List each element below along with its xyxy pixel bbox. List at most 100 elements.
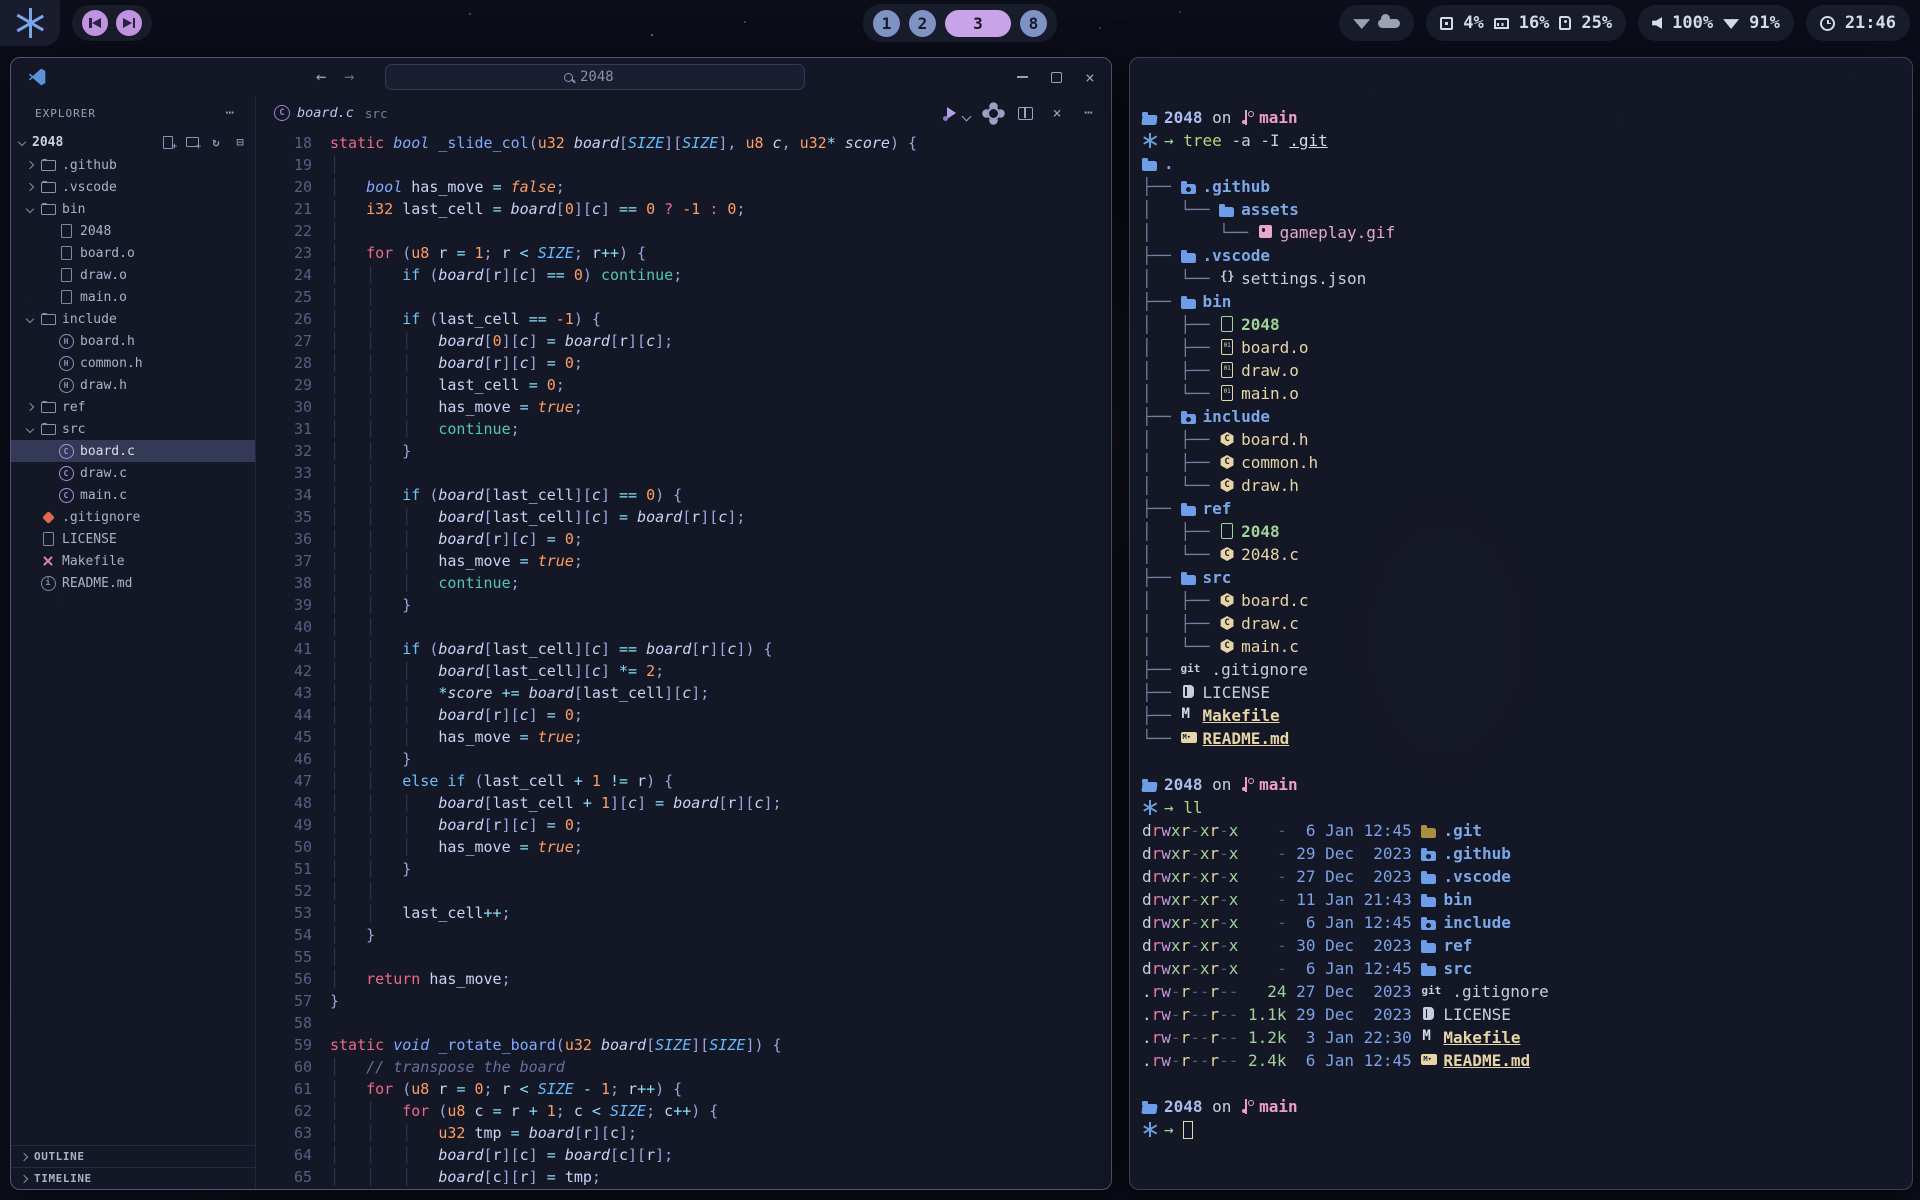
terminal-line: drwxr-xr-x - 29 Dec 2023 .github <box>1142 842 1902 865</box>
explorer-item-label: draw.o <box>80 268 127 283</box>
code-line: 38│ │ │ continue; <box>256 572 1111 594</box>
workspace-8[interactable]: 8 <box>1020 10 1047 37</box>
explorer-item-makefile[interactable]: Makefile <box>11 550 255 572</box>
explorer-item-board-o[interactable]: board.o <box>11 242 255 264</box>
code-line: 49│ │ │ board[r][c] = 0; <box>256 814 1111 836</box>
explorer-item-board-h[interactable]: board.h <box>11 330 255 352</box>
snow-icon <box>1142 1122 1159 1137</box>
workspace-2[interactable]: 2 <box>909 10 936 37</box>
line-number: 32 <box>256 440 312 462</box>
explorer-item-readme-md[interactable]: README.md <box>11 572 255 594</box>
cpu-value: 4% <box>1463 13 1483 33</box>
img-icon <box>1258 225 1275 240</box>
collapse-all-button[interactable]: ⊟ <box>233 135 247 149</box>
explorer-item--vscode[interactable]: .vscode <box>11 176 255 198</box>
editor-more-button[interactable]: ⋯ <box>1081 105 1097 121</box>
indent-guide: │ │ │ <box>330 398 438 416</box>
explorer-item-label: draw.h <box>80 378 127 393</box>
line-number: 42 <box>256 660 312 682</box>
terminal-line: .rw-r--r-- 2.4k 6 Jan 12:45 README.md <box>1142 1049 1902 1072</box>
folder-icon <box>1181 251 1198 263</box>
workspace-3-active[interactable]: 3 <box>945 10 1011 37</box>
explorer-item-draw-h[interactable]: draw.h <box>11 374 255 396</box>
explorer-root-folder[interactable]: 2048 ↻ ⊟ <box>11 130 255 154</box>
new-file-button[interactable] <box>161 135 175 149</box>
new-folder-button[interactable] <box>185 135 199 149</box>
explorer-item-draw-o[interactable]: draw.o <box>11 264 255 286</box>
line-number: 49 <box>256 814 312 836</box>
explorer-item-label: draw.c <box>80 466 127 481</box>
status-tray: 4% 16% 25% 100% 91% 21:46 <box>1339 5 1910 41</box>
run-dropdown-icon[interactable] <box>961 109 969 117</box>
explorer-item-common-h[interactable]: common.h <box>11 352 255 374</box>
search-input[interactable] <box>580 69 626 85</box>
folder-icon <box>1181 504 1198 516</box>
code-line: 37│ │ │ has_move = true; <box>256 550 1111 572</box>
audio-net-pill: 100% 91% <box>1638 5 1794 41</box>
terminal-line: drwxr-xr-x - 6 Jan 12:45 .git <box>1142 819 1902 842</box>
code-line: 28│ │ │ board[r][c] = 0; <box>256 352 1111 374</box>
close-button[interactable]: × <box>1083 70 1097 84</box>
close-editor-button[interactable]: × <box>1049 105 1065 121</box>
minimize-button[interactable] <box>1015 70 1029 84</box>
split-editor-button[interactable] <box>1017 105 1033 121</box>
explorer-item-include[interactable]: include <box>11 308 255 330</box>
snowflake-icon <box>15 8 45 38</box>
terminal-window[interactable]: 2048 on main→ tree -a -I .git.├── .githu… <box>1129 57 1913 1190</box>
explorer-item-main-o[interactable]: main.o <box>11 286 255 308</box>
volume-icon <box>1652 17 1662 29</box>
cloud-icon <box>1378 19 1400 28</box>
outline-panel[interactable]: OUTLINE <box>11 1145 255 1167</box>
explorer-item-board-c[interactable]: board.c <box>11 440 255 462</box>
doc-file-icon <box>58 223 74 239</box>
refresh-button[interactable]: ↻ <box>209 135 223 149</box>
timeline-panel[interactable]: TIMELINE <box>11 1167 255 1189</box>
indent-guide: │ │ <box>330 266 402 284</box>
command-center-search[interactable] <box>385 64 805 90</box>
terminal-line: │ └── 2048.c <box>1142 543 1902 566</box>
explorer-item-draw-c[interactable]: draw.c <box>11 462 255 484</box>
terminal-line <box>1142 750 1902 773</box>
indent-guide: │ <box>330 244 366 262</box>
tab-board-c[interactable]: board.c src <box>274 105 387 121</box>
skip-forward-icon <box>123 18 135 28</box>
explorer-item-license[interactable]: LICENSE <box>11 528 255 550</box>
ram-value: 16% <box>1519 13 1550 33</box>
explorer-item-src[interactable]: src <box>11 418 255 440</box>
gear-icon[interactable] <box>985 105 1001 121</box>
nav-forward-button[interactable]: → <box>344 67 354 87</box>
branch-icon <box>1241 1099 1254 1114</box>
doc-file-icon <box>58 245 74 261</box>
code-editor[interactable]: 18static bool _slide_col(u32 board[SIZE]… <box>256 130 1111 1189</box>
explorer-item-bin[interactable]: bin <box>11 198 255 220</box>
explorer-item-2048[interactable]: 2048 <box>11 220 255 242</box>
code-line: 32│ │ } <box>256 440 1111 462</box>
terminal-line: │ ├── 2048 <box>1142 313 1902 336</box>
nav-back-button[interactable]: ← <box>316 67 326 87</box>
terminal-line: ├── LICENSE <box>1142 681 1902 704</box>
line-number: 57 <box>256 990 312 1012</box>
code-line: 62│ │ for (u8 c = r + 1; c < SIZE; c++) … <box>256 1100 1111 1122</box>
file-bin-icon <box>1219 340 1236 355</box>
explorer-item-label: main.o <box>80 290 127 305</box>
explorer-item--gitignore[interactable]: .gitignore <box>11 506 255 528</box>
media-prev-button[interactable] <box>82 10 108 36</box>
vscode-titlebar[interactable]: ← → × <box>11 58 1111 96</box>
explorer-item-main-c[interactable]: main.c <box>11 484 255 506</box>
line-number: 54 <box>256 924 312 946</box>
code-line: 36│ │ │ board[r][c] = 0; <box>256 528 1111 550</box>
line-number: 62 <box>256 1100 312 1122</box>
explorer-item-ref[interactable]: ref <box>11 396 255 418</box>
nix-logo-button[interactable] <box>0 0 60 46</box>
line-number: 28 <box>256 352 312 374</box>
line-number: 19 <box>256 154 312 176</box>
explorer-item--github[interactable]: .github <box>11 154 255 176</box>
workspace-1[interactable]: 1 <box>873 10 900 37</box>
explorer-more-button[interactable]: ⋯ <box>226 105 235 121</box>
terminal-line: │ ├── common.h <box>1142 451 1902 474</box>
media-next-button[interactable] <box>116 10 142 36</box>
json-icon <box>1219 271 1236 286</box>
maximize-button[interactable] <box>1049 70 1063 84</box>
line-number: 37 <box>256 550 312 572</box>
run-debug-button[interactable] <box>943 105 959 121</box>
